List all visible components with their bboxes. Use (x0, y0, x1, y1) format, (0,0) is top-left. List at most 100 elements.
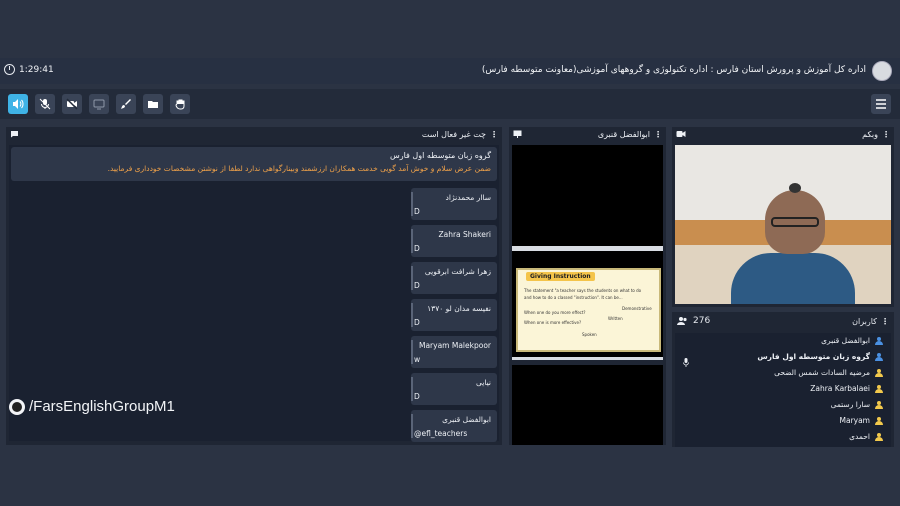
chat-text: D (414, 281, 420, 290)
shared-screen-gap (512, 251, 663, 265)
chat-message: Zahra Shakeri D (411, 225, 497, 257)
brush-icon (121, 99, 131, 109)
shared-slide: Giving Instruction The statement "a teac… (516, 268, 661, 352)
user-item[interactable]: Maryam (839, 416, 883, 425)
chat-message: زهرا شرافت ابرقویی D (411, 262, 497, 294)
webcam-panel: وبکم ⋮ (672, 127, 894, 307)
user-item[interactable]: سارا رستمی (831, 400, 883, 409)
camera-button[interactable] (62, 94, 82, 114)
main-menu-button[interactable] (871, 94, 891, 114)
chat-messages-area[interactable]: گروه زبان متوسطه اول فارس ضمن عرض سلام و… (9, 145, 499, 442)
control-toolbar (0, 89, 900, 119)
video-camera-icon (676, 131, 686, 137)
user-item[interactable]: گروه زبان متوسطه اول فارس (757, 352, 883, 361)
chat-message: نفیسه مدان لو ۱۳۷۰ D (411, 299, 497, 331)
user-icon (875, 400, 883, 409)
user-item[interactable]: مرضیه السادات شمس الضحی (774, 368, 883, 377)
users-panel-header: 276 کاربران ⋮ (672, 312, 894, 330)
users-title: کاربران (852, 316, 877, 326)
shared-screen-bar-lower (512, 357, 663, 360)
chat-text: @efl_teachers (414, 429, 468, 438)
user-name: ابوالفضل قنبری (821, 336, 870, 345)
slide-text-line: and how to do a classed "instruction". I… (524, 295, 623, 300)
slide-title: Giving Instruction (526, 272, 595, 281)
speaker-button[interactable] (8, 94, 28, 114)
user-name: Zahra Karbalaei (810, 384, 870, 393)
chat-sender: Maryam Malekpoor (418, 341, 491, 350)
webcam-title: وبکم (862, 129, 878, 139)
user-icon (875, 416, 883, 425)
user-item[interactable]: احمدی (849, 432, 883, 441)
welcome-title: گروه زبان متوسطه اول فارس (389, 151, 491, 160)
chat-sender: نیایی (476, 378, 491, 387)
user-avatar[interactable] (872, 61, 892, 81)
chat-message: Maryam Malekpoor w (411, 336, 497, 368)
chat-sender: نفیسه مدان لو ۱۳۷۰ (427, 304, 491, 313)
chat-text: D (414, 318, 420, 327)
chat-sender: ساار محمدنژاد (445, 193, 491, 202)
webcam-video (675, 145, 891, 304)
shared-screen-top (512, 145, 663, 246)
camera-off-icon (66, 98, 78, 110)
users-options-icon[interactable]: ⋮ (881, 317, 889, 326)
share-panel-header: ابوالفضل قنبری ⋮ (509, 127, 666, 141)
user-icon (875, 352, 883, 361)
slide-text-line: When one do you more effect? (524, 310, 586, 315)
elapsed-time: 1:29:41 (19, 64, 54, 75)
files-button[interactable] (143, 94, 163, 114)
user-icon (875, 336, 883, 345)
slide-word: Demonstrative (622, 306, 652, 311)
shared-screen-bottom (512, 365, 663, 445)
top-bar: اداره کل آموزش و پرورش استان فارس : ادار… (0, 58, 900, 84)
presenter-name: ابوالفضل قنبری (597, 129, 650, 139)
user-name: گروه زبان متوسطه اول فارس (757, 352, 870, 361)
presentation-icon (513, 130, 522, 138)
screen-share-panel: ابوالفضل قنبری ⋮ Giving Instruction The … (509, 127, 666, 445)
hamburger-menu-icon (876, 99, 886, 109)
user-name: سارا رستمی (830, 400, 870, 409)
folder-icon (148, 101, 158, 108)
users-list[interactable]: ابوالفضل قنبری گروه زبان متوسطه اول فارس… (675, 333, 891, 447)
chat-message: نیایی D (411, 373, 497, 405)
user-icon (875, 384, 883, 393)
chat-panel-header: چت غیر فعال است ⋮ (6, 127, 502, 141)
user-item[interactable]: ابوالفضل قنبری (821, 336, 883, 345)
microphone-icon (683, 358, 689, 367)
slide-text-line: The statement "a teacher says the studen… (524, 288, 642, 293)
chat-text: w (414, 355, 421, 364)
chat-text: D (414, 207, 420, 216)
webcam-options-icon[interactable]: ⋮ (882, 130, 890, 139)
slide-word: Spoken (582, 332, 597, 337)
microphone-button[interactable] (35, 94, 55, 114)
speaker-icon (13, 99, 24, 109)
user-name: احمدی (849, 432, 870, 441)
screen-share-icon (93, 99, 105, 110)
channel-watermark: /FarsEnglishGroupM1 (9, 398, 175, 415)
session-timer: 1:29:41 (4, 64, 54, 75)
chat-sender: Zahra Shakeri (438, 230, 491, 239)
users-icon (677, 317, 687, 325)
user-icon (875, 368, 883, 377)
raise-hand-icon (175, 99, 185, 110)
share-options-icon[interactable]: ⋮ (654, 130, 662, 139)
organization-title: اداره کل آموزش و پرورش استان فارس : ادار… (481, 65, 866, 75)
user-name: Maryam (839, 416, 871, 425)
webcam-panel-header: وبکم ⋮ (672, 127, 894, 141)
chat-status-title: چت غیر فعال است (421, 129, 486, 139)
shared-slide-frame: Giving Instruction The statement "a teac… (512, 265, 663, 357)
screen-share-button[interactable] (89, 94, 109, 114)
slide-text-line: When one is more effective? (524, 320, 582, 325)
chat-sender: زهرا شرافت ابرقویی (424, 267, 491, 276)
chat-options-icon[interactable]: ⋮ (490, 130, 498, 139)
user-item[interactable]: Zahra Karbalaei (810, 384, 883, 393)
user-icon (875, 432, 883, 441)
raise-hand-button[interactable] (170, 94, 190, 114)
slide-word: Written (608, 316, 623, 321)
chat-message: ابوالفضل قنبری @efl_teachers (411, 410, 497, 442)
mic-off-icon (39, 98, 51, 110)
chat-message: ساار محمدنژاد D (411, 188, 497, 220)
welcome-text: ضمن عرض سلام و خوش آمد گویی خدمت همکاران… (107, 164, 491, 173)
welcome-message: گروه زبان متوسطه اول فارس ضمن عرض سلام و… (11, 147, 497, 181)
brush-button[interactable] (116, 94, 136, 114)
chat-text: D (414, 244, 420, 253)
